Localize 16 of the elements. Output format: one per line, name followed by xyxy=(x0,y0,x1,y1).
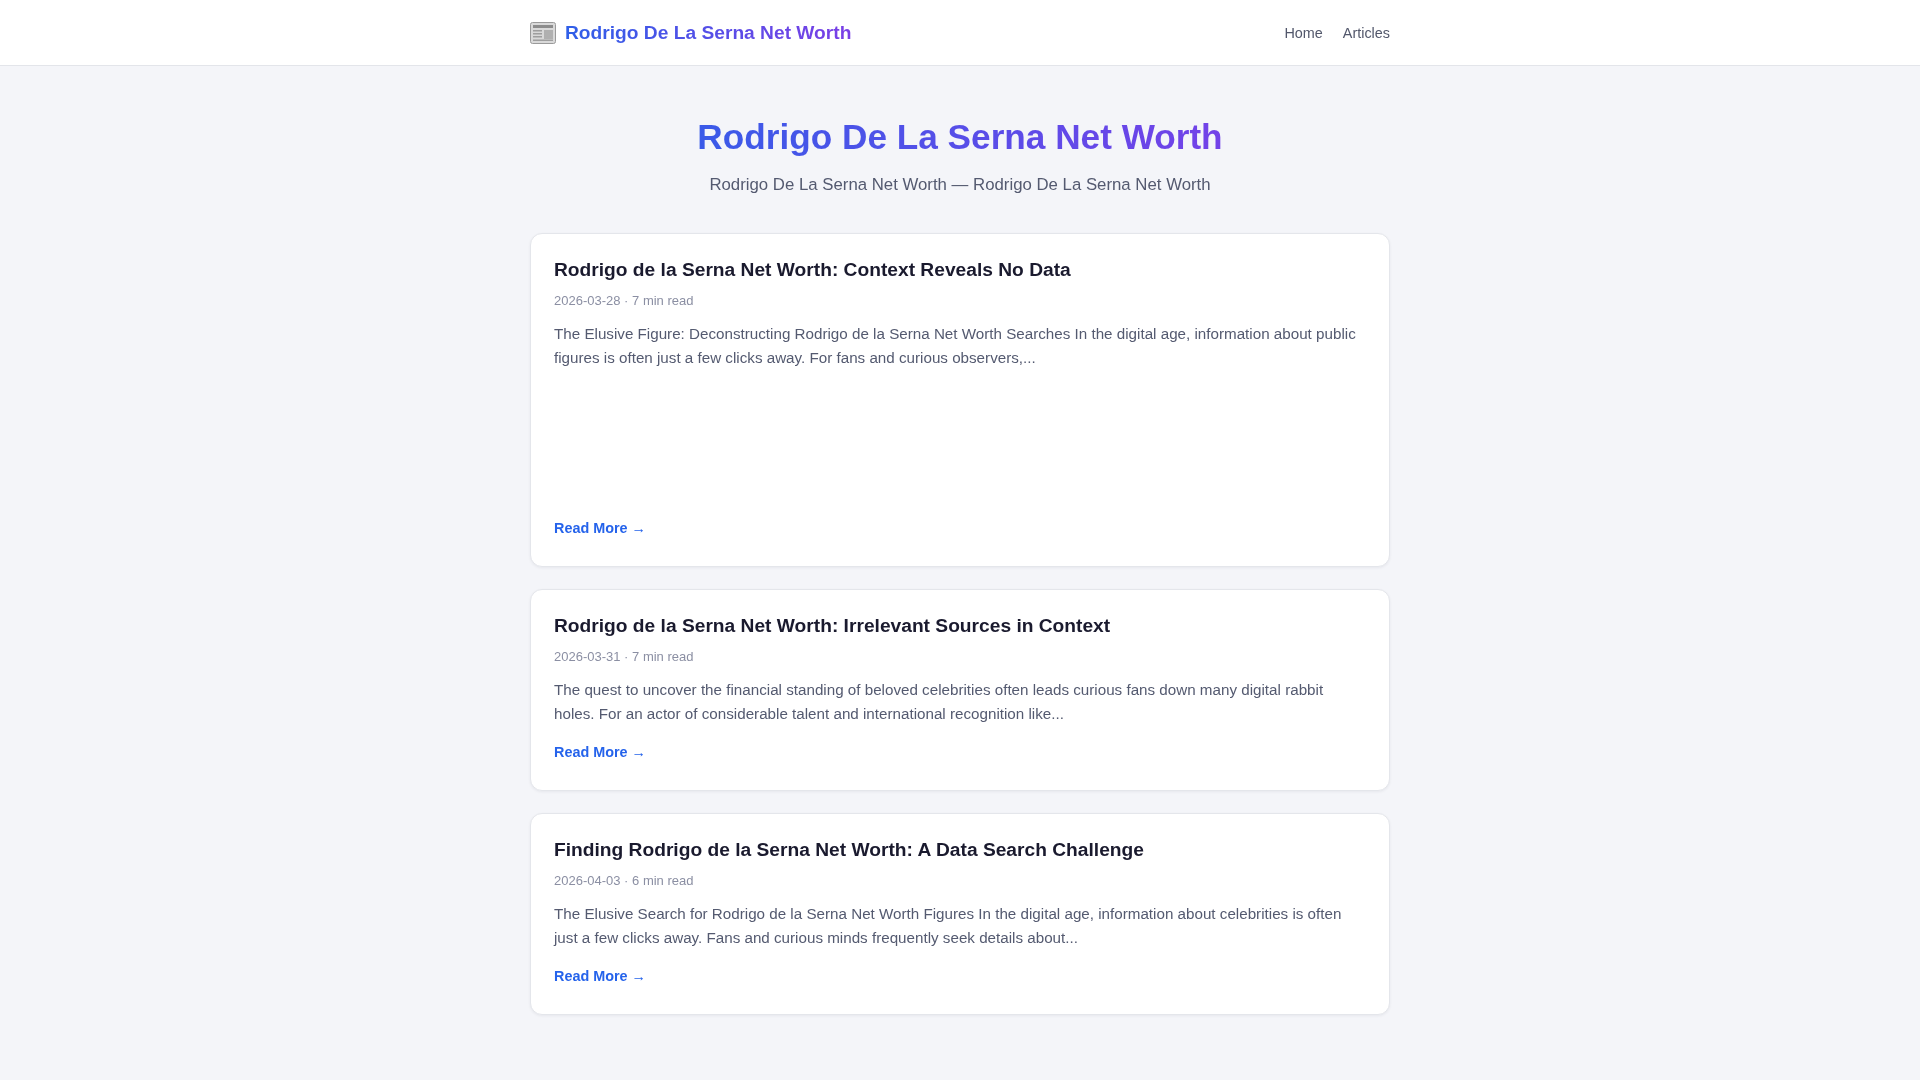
read-more-link[interactable]: Read More → xyxy=(554,742,646,762)
nav-link[interactable]: Home xyxy=(1284,24,1323,41)
article-meta: 2026-04-03 · 6 min read xyxy=(554,872,695,890)
read-more-link[interactable]: Read More → xyxy=(554,966,646,986)
article-meta: 2026-03-28 · 7 min read xyxy=(554,292,695,310)
article-title: Finding Rodrigo de la Serna Net Worth: A Data Search Challenge xyxy=(554,838,1145,862)
read-more-link[interactable]: Read More → xyxy=(554,518,646,538)
page-subtitle: Rodrigo De La Serna Net Worth — Rodrigo De La Serna Net Worth xyxy=(709,174,1211,196)
article-title: Rodrigo de la Serna Net Worth: Context Reveals No Data xyxy=(554,258,1072,282)
article-excerpt: The Elusive Figure: Deconstructing Rodrigo de la Serna Net Worth Searches In the digital age, information about public figures is often just a few clicks away. For fans and curious observers,... xyxy=(554,324,1357,368)
article-excerpt: The quest to uncover the financial standing of beloved celebrities often leads curious fans down many digital rabbit holes. For an actor of considerable talent and international recognition like... xyxy=(554,680,1325,724)
article-meta: 2026-03-31 · 7 min read xyxy=(554,648,695,666)
article-excerpt: The Elusive Search for Rodrigo de la Serna Net Worth Figures In the digital age, information about celebrities is often just a few clicks away. Fans and curious minds frequently seek details about... xyxy=(554,904,1343,948)
nav-link[interactable]: Articles xyxy=(1342,24,1390,41)
article-title: Rodrigo de la Serna Net Worth: Irrelevant Sources in Context xyxy=(554,614,1112,638)
newspaper-icon xyxy=(530,21,556,44)
